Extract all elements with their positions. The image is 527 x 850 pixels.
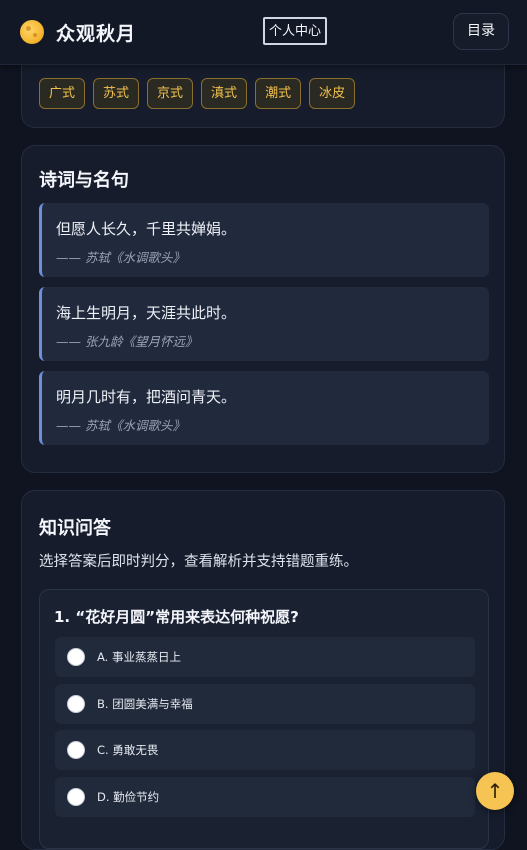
- option-c[interactable]: C. 勇敢无畏: [55, 730, 475, 770]
- radio-button[interactable]: [67, 695, 85, 713]
- back-to-top-button[interactable]: ↑: [476, 772, 514, 810]
- option-label: A. 事业蒸蒸日上: [97, 650, 181, 664]
- style-tags: 广式 苏式 京式 滇式 潮式 冰皮: [39, 78, 356, 109]
- option-label: B. 团圆美满与幸福: [97, 697, 193, 711]
- poems-title: 诗词与名句: [39, 170, 129, 191]
- tag-item[interactable]: 京式: [147, 78, 194, 109]
- quiz-description: 选择答案后即时判分，查看解析并支持错题重练。: [39, 554, 358, 570]
- quote-item: 明月几时有，把酒问青天。 —— 苏轼《水调歌头》: [39, 371, 489, 445]
- quote-source: —— 苏轼《水调歌头》: [56, 250, 185, 265]
- question-box: 1. “花好月圆”常用来表达何种祝愿? A. 事业蒸蒸日上 B. 团圆美满与幸福…: [39, 589, 489, 849]
- arrow-up-icon: ↑: [486, 779, 504, 803]
- quiz-title: 知识问答: [39, 518, 111, 539]
- tag-item[interactable]: 冰皮: [309, 78, 356, 109]
- brand[interactable]: 众观秋月: [20, 18, 136, 46]
- app-header: 众观秋月 个人中心 目录: [0, 0, 527, 65]
- quiz-card: 知识问答 选择答案后即时判分，查看解析并支持错题重练。 1. “花好月圆”常用来…: [21, 490, 505, 850]
- option-b[interactable]: B. 团圆美满与幸福: [55, 684, 475, 724]
- tag-item[interactable]: 广式: [39, 78, 86, 109]
- tag-item[interactable]: 潮式: [255, 78, 302, 109]
- radio-button[interactable]: [67, 741, 85, 759]
- profile-button[interactable]: 个人中心: [263, 17, 327, 45]
- quote-item: 但愿人长久，千里共婵娟。 —— 苏轼《水调歌头》: [39, 203, 489, 277]
- quote-source: —— 张九龄《望月怀远》: [56, 334, 198, 349]
- quote-text: 但愿人长久，千里共婵娟。: [56, 220, 237, 238]
- menu-button[interactable]: 目录: [453, 13, 509, 50]
- quote-text: 明月几时有，把酒问青天。: [56, 388, 237, 406]
- radio-button[interactable]: [67, 648, 85, 666]
- quote-source: —— 苏轼《水调歌头》: [56, 418, 185, 433]
- option-d[interactable]: D. 勤俭节约: [55, 777, 475, 817]
- quote-item: 海上生明月，天涯共此时。 —— 张九龄《望月怀远》: [39, 287, 489, 361]
- option-label: C. 勇敢无畏: [97, 743, 159, 757]
- tag-item[interactable]: 苏式: [93, 78, 140, 109]
- app-title: 众观秋月: [56, 22, 137, 45]
- radio-button[interactable]: [67, 788, 85, 806]
- moon-icon: [20, 20, 44, 44]
- quote-text: 海上生明月，天涯共此时。: [56, 304, 237, 322]
- poems-card: 诗词与名句 但愿人长久，千里共婵娟。 —— 苏轼《水调歌头》 海上生明月，天涯共…: [21, 145, 505, 473]
- question-title: 1. “花好月圆”常用来表达何种祝愿?: [54, 608, 299, 626]
- option-label: D. 勤俭节约: [97, 790, 160, 804]
- option-a[interactable]: A. 事业蒸蒸日上: [55, 637, 475, 677]
- tag-item[interactable]: 滇式: [201, 78, 248, 109]
